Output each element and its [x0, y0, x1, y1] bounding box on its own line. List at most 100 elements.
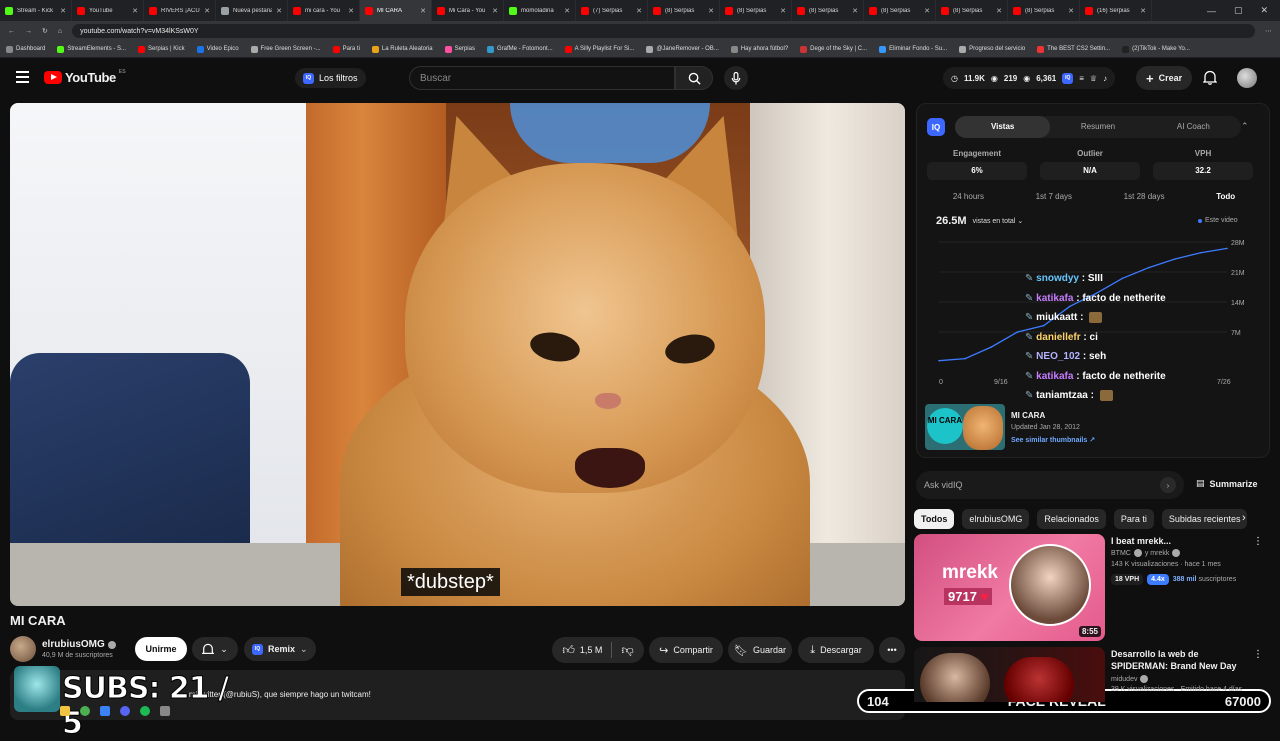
menu-icon[interactable]	[16, 71, 29, 83]
join-button[interactable]: Unirme	[135, 637, 187, 661]
close-tab-icon[interactable]: ✕	[348, 7, 354, 15]
close-tab-icon[interactable]: ✕	[564, 7, 570, 15]
download-button[interactable]: ⤓ Descargar	[798, 637, 874, 663]
recommendation-channel[interactable]: midudev	[1111, 675, 1149, 683]
url-input[interactable]: youtube.com/watch?v=vM34lKSsW0Y	[72, 24, 1255, 38]
remix-button[interactable]: IQ Remix ⌄	[244, 637, 316, 661]
search-button[interactable]	[675, 66, 713, 90]
browser-tab[interactable]: momoladina ✕	[504, 0, 576, 21]
browser-tab[interactable]: mi cara - You ✕	[288, 0, 360, 21]
close-tab-icon[interactable]: ✕	[492, 7, 498, 15]
search-input[interactable]: Buscar	[409, 66, 675, 90]
browser-tab[interactable]: Nueva pestaña ✕	[216, 0, 288, 21]
account-avatar[interactable]	[1237, 68, 1257, 88]
browser-tab[interactable]: (8) Serpias ✕	[864, 0, 936, 21]
close-tab-icon[interactable]: ✕	[1140, 7, 1146, 15]
bookmark-item[interactable]: A Silly Playlist For Si...	[564, 45, 634, 53]
tab-resumen[interactable]: Resumen	[1050, 116, 1145, 138]
bookmark-item[interactable]: The BEST CS2 Settin...	[1037, 45, 1110, 53]
close-window-icon[interactable]: ✕	[1260, 5, 1268, 16]
browser-tab[interactable]: (8) Serpias ✕	[648, 0, 720, 21]
range-7d[interactable]: 1st 7 days	[1036, 192, 1072, 201]
views-select[interactable]: vistas en total ⌄	[973, 217, 1024, 225]
bookmark-item[interactable]: Dege of the Sky | C...	[800, 45, 867, 53]
minimize-icon[interactable]: —	[1207, 6, 1216, 16]
back-icon[interactable]: ←	[8, 28, 15, 35]
video-thumbnail-preview[interactable]: MI CARA	[925, 404, 1005, 450]
browser-tab[interactable]: MI CARA ✕	[360, 0, 432, 21]
chevron-right-icon[interactable]: ›	[1160, 477, 1176, 493]
create-button[interactable]: + Crear	[1136, 66, 1193, 90]
ask-vidiq-input[interactable]: Ask vidIQ ›	[916, 471, 1184, 499]
close-tab-icon[interactable]: ✕	[204, 7, 210, 15]
recommendation-channel[interactable]: BTMC y mrekk	[1111, 549, 1181, 557]
channel-avatar[interactable]	[10, 636, 36, 662]
more-actions-button[interactable]: •••	[879, 637, 905, 663]
more-vertical-icon[interactable]: ⋮	[1253, 649, 1263, 660]
filter-chip[interactable]: Subidas recientes	[1161, 509, 1248, 529]
close-tab-icon[interactable]: ✕	[132, 7, 138, 15]
browser-tab[interactable]: YouTube ✕	[72, 0, 144, 21]
spotify-icon[interactable]	[140, 706, 150, 716]
close-tab-icon[interactable]: ✕	[924, 7, 930, 15]
notifications-button[interactable]	[1202, 70, 1218, 90]
more-vertical-icon[interactable]: ⋮	[1253, 536, 1263, 547]
video-player[interactable]	[10, 103, 905, 606]
filter-chip[interactable]: Para ti	[1113, 509, 1154, 529]
extensions-icon[interactable]: ⋯	[1265, 27, 1272, 35]
close-tab-icon[interactable]: ✕	[708, 7, 714, 15]
browser-tab[interactable]: Mi Cara - You ✕	[432, 0, 504, 21]
bookmark-item[interactable]: Progreso del servicio	[959, 45, 1025, 53]
tab-vistas[interactable]: Vistas	[955, 116, 1051, 138]
chevron-right-icon[interactable]: ›	[1242, 512, 1246, 524]
bookmark-item[interactable]: @JaneRemover - OB...	[646, 45, 719, 53]
thumbs-down-icon[interactable]: 👎︎	[621, 643, 633, 658]
close-tab-icon[interactable]: ✕	[420, 7, 426, 15]
browser-tab[interactable]: (8) Serpias ✕	[792, 0, 864, 21]
filter-chip[interactable]: Relacionados	[1037, 509, 1106, 529]
discord-icon[interactable]	[120, 706, 130, 716]
save-button[interactable]: 🔖︎ Guardar	[728, 637, 792, 663]
filter-chip[interactable]: Todos	[914, 509, 955, 529]
bookmark-item[interactable]: Dashboard	[6, 45, 45, 53]
subscription-bell-button[interactable]: ⌄	[192, 637, 238, 661]
recommendation-thumbnail[interactable]: mrekk 9717 ♥ 8:55	[914, 534, 1105, 641]
bookmark-item[interactable]: GrafMe - Fotomont...	[486, 45, 553, 53]
bookmark-item[interactable]: Hay ahora fútbol?	[730, 45, 788, 53]
chevron-up-icon[interactable]: ⌃	[1241, 121, 1249, 132]
range-24h[interactable]: 24 hours	[953, 192, 984, 201]
bookmark-item[interactable]: StreamElements - S...	[57, 45, 126, 53]
close-tab-icon[interactable]: ✕	[780, 7, 786, 15]
range-28d[interactable]: 1st 28 days	[1124, 192, 1165, 201]
browser-tab[interactable]: Stream - Kick ✕	[0, 0, 72, 21]
bookmark-item[interactable]: Free Green Screen -...	[250, 45, 321, 53]
summarize-button[interactable]: ▤ Summarize	[1196, 478, 1258, 489]
chrome-icon[interactable]	[80, 706, 90, 716]
browser-tab[interactable]: (8) Serpias ✕	[936, 0, 1008, 21]
folder-icon[interactable]	[60, 706, 70, 716]
close-tab-icon[interactable]: ✕	[636, 7, 642, 15]
home-icon[interactable]: ⌂	[58, 28, 62, 35]
reload-icon[interactable]: ↻	[42, 27, 48, 35]
range-all[interactable]: Todo	[1216, 192, 1235, 201]
settings-icon[interactable]	[160, 706, 170, 716]
maximize-icon[interactable]: ▢	[1234, 5, 1243, 16]
bookmark-item[interactable]: (2)TikTok - Make Yo...	[1122, 45, 1190, 53]
close-tab-icon[interactable]: ✕	[852, 7, 858, 15]
bookmark-item[interactable]: La Ruleta Aleatoria	[371, 45, 433, 53]
browser-tab[interactable]: (8) Serpias ✕	[1008, 0, 1080, 21]
bookmark-item[interactable]: Serpias | Kick	[138, 45, 185, 53]
bookmark-item[interactable]: Serpias	[444, 45, 475, 53]
app-icon[interactable]	[100, 706, 110, 716]
filter-chip[interactable]: elrubiusOMG	[962, 509, 1030, 529]
close-tab-icon[interactable]: ✕	[1068, 7, 1074, 15]
close-tab-icon[interactable]: ✕	[996, 7, 1002, 15]
voice-search-button[interactable]	[724, 66, 748, 90]
recommendation-thumbnail[interactable]	[914, 647, 1105, 702]
tab-ai-coach[interactable]: AI Coach	[1146, 116, 1241, 138]
like-button[interactable]: 👍︎ 1,5 M	[562, 643, 602, 658]
bookmark-item[interactable]: Para ti	[332, 45, 360, 53]
browser-tab[interactable]: (16) Serpias ✕	[1080, 0, 1152, 21]
bookmark-item[interactable]: Video Epico	[196, 45, 239, 53]
browser-tab[interactable]: (7) Serpias ✕	[576, 0, 648, 21]
